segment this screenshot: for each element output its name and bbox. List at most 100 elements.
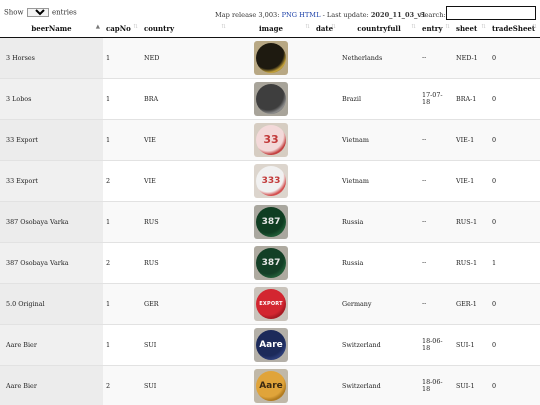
table-row: 387 Osobaya Varka 2 RUS 387 Russia -- RUS-1 1 — [0, 241, 540, 283]
beer-cap-disc — [256, 83, 286, 114]
table-controls: Show 10 entries Map release 3,003: PNG H… — [0, 0, 540, 20]
col-header-countryfull[interactable]: countryfull ⇅ — [339, 20, 419, 38]
beer-cap-label: 33 — [263, 133, 279, 146]
beer-cap-image[interactable]: EXPORT — [254, 286, 288, 321]
sort-icon: ⇅ — [331, 24, 336, 30]
cell-beername: 387 Osobaya Varka — [0, 200, 103, 242]
col-header-image[interactable]: image ⇅ — [229, 20, 313, 38]
cell-date — [313, 241, 339, 283]
table-row: 387 Osobaya Varka 1 RUS 387 Russia -- RUS-1 0 — [0, 200, 540, 242]
table-row: Aare Bier 2 SUI Aare Switzerland 18-06-18 SUI-… — [0, 364, 540, 405]
table-row: 3 Lobos 1 BRA Brazil 17-07-18 BRA-1 0 — [0, 77, 540, 119]
beer-cap-image[interactable] — [254, 81, 288, 116]
beer-cap-image[interactable] — [254, 40, 288, 75]
beer-caps-table: beerName ▲ capNo ⇅ country ⇅ image ⇅ date ⇅ c… — [0, 20, 540, 405]
cell-date — [313, 77, 339, 119]
cell-entry: -- — [419, 282, 453, 324]
cell-tradesheet: 0 — [489, 118, 540, 160]
table-row: Aare Bier 1 SUI Aare Switzerland 18-06-18 SUI-… — [0, 323, 540, 365]
cell-countryfull: Vietnam — [339, 159, 419, 201]
release-separator: - Last update: — [322, 11, 369, 19]
cell-capno: 1 — [103, 118, 141, 160]
cell-tradesheet: 0 — [489, 36, 540, 78]
col-header-date[interactable]: date ⇅ — [313, 20, 339, 38]
cell-image: EXPORT — [229, 282, 313, 324]
beer-cap-image[interactable]: 333 — [254, 163, 288, 198]
entries-label: entries — [51, 8, 77, 17]
cell-image: 387 — [229, 200, 313, 242]
cell-countryfull: Germany — [339, 282, 419, 324]
beer-cap-image[interactable]: 387 — [254, 204, 288, 239]
cell-country: VIE — [141, 159, 229, 201]
header-row: beerName ▲ capNo ⇅ country ⇅ image ⇅ date ⇅ c… — [0, 20, 540, 38]
cell-sheet: RUS-1 — [453, 200, 489, 242]
cell-tradesheet: 0 — [489, 282, 540, 324]
beer-cap-image[interactable]: 33 — [254, 122, 288, 157]
cell-tradesheet: 0 — [489, 200, 540, 242]
cell-country: NED — [141, 36, 229, 78]
beer-cap-label: 387 — [261, 257, 281, 268]
sort-icon: ⇅ — [221, 24, 226, 30]
beer-cap-disc: 387 — [256, 247, 286, 278]
cell-sheet: RUS-1 — [453, 241, 489, 283]
beer-cap-label: Aare — [259, 380, 283, 391]
cell-date — [313, 364, 339, 405]
cell-capno: 2 — [103, 159, 141, 201]
sort-icon: ⇅ — [133, 24, 138, 30]
release-prefix: Map release 3,003: — [215, 11, 280, 19]
cell-beername: 33 Export — [0, 118, 103, 160]
cell-beername: 5.0 Original — [0, 282, 103, 324]
beer-cap-image[interactable]: Aare — [254, 368, 288, 403]
cell-countryfull: Netherlands — [339, 36, 419, 78]
cell-image — [229, 77, 313, 119]
cell-capno: 1 — [103, 200, 141, 242]
col-header-sheet-label: sheet — [456, 23, 478, 33]
cell-countryfull: Russia — [339, 200, 419, 242]
cell-tradesheet: 0 — [489, 364, 540, 405]
cell-tradesheet: 0 — [489, 159, 540, 201]
table-row: 33 Export 1 VIE 33 Vietnam -- VIE-1 0 — [0, 118, 540, 160]
col-header-capno[interactable]: capNo ⇅ — [103, 20, 141, 38]
cell-sheet: SUI-1 — [453, 364, 489, 405]
cell-sheet: VIE-1 — [453, 159, 489, 201]
cell-beername: 33 Export — [0, 159, 103, 201]
beer-cap-image[interactable]: 387 — [254, 245, 288, 280]
cell-capno: 2 — [103, 364, 141, 405]
cell-countryfull: Russia — [339, 241, 419, 283]
beer-cap-disc: 333 — [256, 165, 286, 196]
release-link[interactable]: PNG HTML — [282, 11, 321, 19]
cell-country: GER — [141, 282, 229, 324]
cell-sheet: NED-1 — [453, 36, 489, 78]
cell-entry: -- — [419, 118, 453, 160]
cell-country: RUS — [141, 200, 229, 242]
beer-cap-label: 333 — [261, 175, 281, 186]
col-header-beername[interactable]: beerName ▲ — [0, 20, 103, 38]
col-header-sheet[interactable]: sheet ⇅ — [453, 20, 489, 38]
col-header-entry-label: entry — [422, 23, 443, 33]
col-header-countryfull-label: countryfull — [357, 23, 401, 33]
page-length-control: Show 10 entries — [4, 8, 77, 17]
cell-country: SUI — [141, 364, 229, 405]
cell-beername: 3 Lobos — [0, 77, 103, 119]
beer-cap-image[interactable]: Aare — [254, 327, 288, 362]
cell-entry: -- — [419, 159, 453, 201]
col-header-country[interactable]: country ⇅ — [141, 20, 229, 38]
entries-select[interactable]: 10 — [26, 8, 49, 17]
col-header-tradesheet[interactable]: tradeSheet ⇅ — [489, 20, 540, 38]
col-header-tradesheet-label: tradeSheet — [492, 23, 536, 33]
search-input[interactable] — [446, 6, 536, 20]
table-row: 5.0 Original 1 GER EXPORT Germany -- GER-1 0 — [0, 282, 540, 324]
col-header-entry[interactable]: entry ⇅ — [419, 20, 453, 38]
cell-capno: 1 — [103, 282, 141, 324]
table-row: 3 Horses 1 NED Netherlands -- NED-1 0 — [0, 36, 540, 78]
cell-beername: Aare Bier — [0, 364, 103, 405]
cell-entry: -- — [419, 36, 453, 78]
cell-date — [313, 118, 339, 160]
show-label: Show — [4, 8, 24, 17]
cell-sheet: SUI-1 — [453, 323, 489, 365]
cell-date — [313, 159, 339, 201]
beer-cap-label: 387 — [261, 216, 281, 227]
col-header-capno-label: capNo — [106, 23, 131, 33]
cell-date — [313, 36, 339, 78]
cell-country: SUI — [141, 323, 229, 365]
